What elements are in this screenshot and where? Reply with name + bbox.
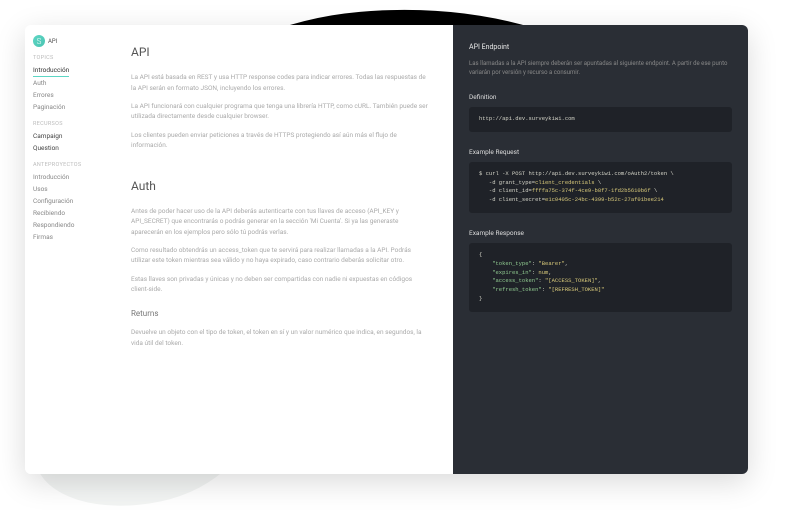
nav-respondiendo[interactable]: Respondiendo (33, 219, 101, 231)
res-k2: "expires_in" (492, 269, 532, 276)
endpoint-title: API Endpoint (469, 43, 732, 51)
api-p3: Los clientes pueden enviar peticiones a … (131, 130, 431, 151)
req-l4v: e1c0405c-24bc-4399-b52c-27af01bee214 (545, 196, 664, 203)
res-v2: num (538, 269, 548, 276)
req-l4: -d client_secret= (479, 196, 545, 203)
res-v3: "[ACCESS_TOKEN]" (545, 277, 598, 284)
definition-code: http://api.dev.surveykiwi.com (469, 107, 732, 132)
content-panel: API La API está basada en REST y usa HTT… (109, 25, 453, 474)
res-k3: "access_token" (492, 277, 538, 284)
req-l2v: client_credentials (535, 179, 594, 186)
logo-text: API (48, 38, 57, 45)
req-l3v: ffffa75c-374f-4ce9-b8f7-1fd2b5610b6f (532, 187, 651, 194)
res-v4: "[REFRESH_TOKEN]" (548, 286, 604, 293)
endpoint-desc: Las llamadas a la API siempre deberán se… (469, 59, 732, 77)
nav-campaign[interactable]: Campaign (33, 130, 101, 142)
req-l2: -d grant_type= (479, 179, 535, 186)
res-close: } (479, 295, 482, 302)
section-label-topics: TOPICS (33, 55, 101, 61)
nav-firmas[interactable]: Firmas (33, 231, 101, 243)
nav-intro2[interactable]: Introducción (33, 171, 101, 183)
dark-panel: API Endpoint Las llamadas a la API siemp… (453, 25, 748, 474)
nav-paginacion[interactable]: Paginación (33, 101, 101, 113)
heading-api: API (131, 43, 431, 62)
section-label-anteproyectos: ANTEPROYECTOS (33, 162, 101, 168)
example-response-label: Example Response (469, 229, 732, 237)
example-request-label: Example Request (469, 148, 732, 156)
sidebar: S API TOPICS Introducción Auth Errores P… (25, 25, 109, 474)
res-k1: "token_type" (492, 260, 532, 267)
nav-configuracion[interactable]: Configuración (33, 195, 101, 207)
returns-p: Devuelve un objeto con el tipo de token,… (131, 327, 431, 348)
logo-icon: S (33, 35, 45, 47)
nav-question[interactable]: Question (33, 142, 101, 154)
example-request-code: $ curl -X POST http://api.dev.surveykiwi… (469, 162, 732, 213)
api-p1: La API está basada en REST y usa HTTP re… (131, 72, 431, 93)
example-response-code: { "token_type": "Bearer", "expires_in": … (469, 243, 732, 312)
req-l3: -d client_id= (479, 187, 532, 194)
nav-recibiendo[interactable]: Recibiendo (33, 207, 101, 219)
nav-introduccion[interactable]: Introducción (33, 64, 69, 77)
res-v1: "Bearer" (538, 260, 564, 267)
req-l1: $ curl -X POST http://api.dev.surveykiwi… (479, 170, 674, 177)
auth-p2: Como resultado obtendrás un access_token… (131, 245, 431, 266)
nav-errores[interactable]: Errores (33, 89, 101, 101)
doc-card: S API TOPICS Introducción Auth Errores P… (25, 25, 748, 474)
section-label-recursos: RECURSOS (33, 121, 101, 127)
logo: S API (33, 35, 101, 47)
definition-label: Definition (469, 93, 732, 101)
api-p2: La API funcionará con cualquier programa… (131, 101, 431, 122)
auth-p3: Estas llaves son privadas y únicas y no … (131, 274, 431, 295)
nav-usos[interactable]: Usos (33, 183, 101, 195)
res-k4: "refresh_token" (492, 286, 542, 293)
heading-returns: Returns (131, 308, 431, 321)
heading-auth: Auth (131, 177, 431, 196)
auth-p1: Antes de poder hacer uso de la API deber… (131, 206, 431, 237)
res-open: { (479, 251, 482, 258)
nav-auth[interactable]: Auth (33, 77, 101, 89)
